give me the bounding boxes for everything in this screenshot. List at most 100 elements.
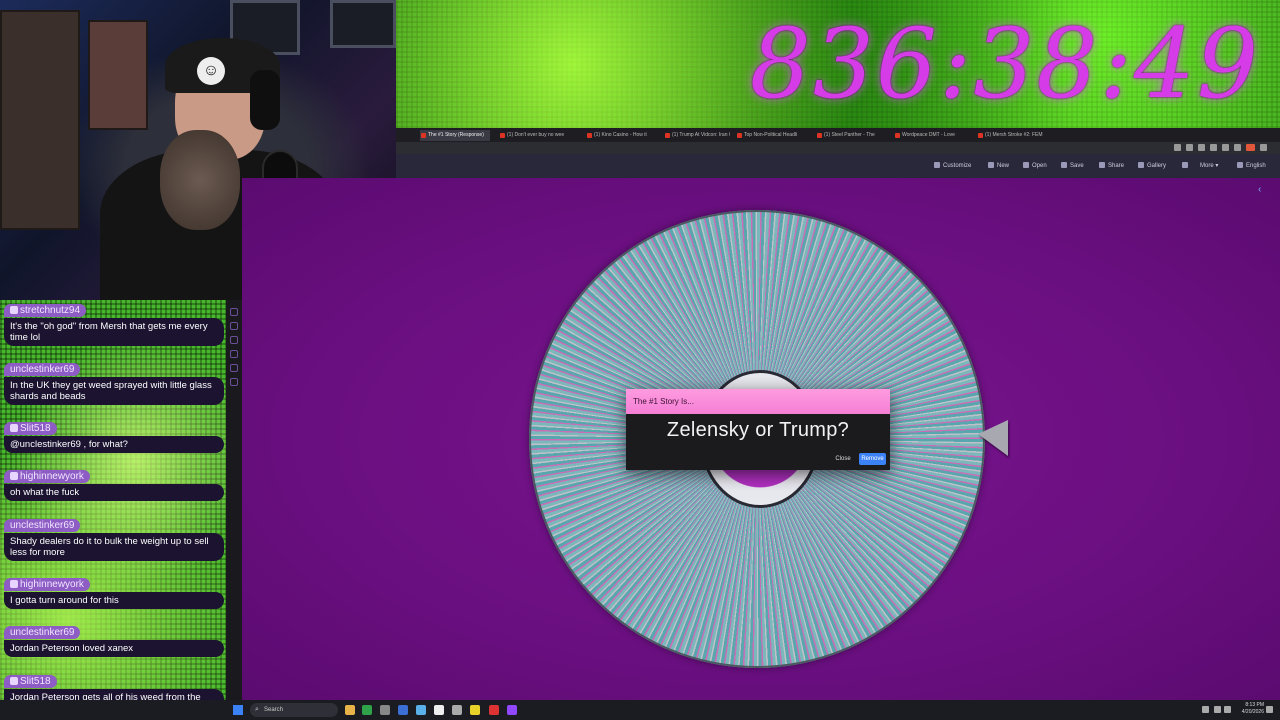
gallery-button[interactable]: Gallery (1138, 160, 1166, 172)
browser-window: The #1 Story (Response) (1) Don't ever b… (396, 128, 1280, 178)
language-select[interactable]: English (1237, 160, 1266, 172)
close-button[interactable]: Close (832, 453, 854, 465)
extension-icon[interactable] (1186, 144, 1193, 151)
palette-icon (934, 162, 940, 168)
browser-tab[interactable]: (1) Steel Panther - The (816, 130, 886, 141)
chat-text: It's the "oh god" from Mersh that gets m… (4, 318, 224, 346)
customize-button[interactable]: Customize (934, 160, 971, 172)
chat-message: stretchnutz94 It's the "oh god" from Mer… (4, 300, 224, 346)
badge-icon (10, 424, 18, 432)
browser-tab[interactable]: (1) Kino Casino - How it (586, 130, 648, 141)
dialog-title: The #1 Story Is... (626, 389, 890, 414)
headphones (250, 70, 280, 130)
sidebar-strip (226, 300, 242, 700)
open-button[interactable]: Open (1023, 160, 1047, 172)
search-icon (1138, 162, 1144, 168)
chat-message: Slit518 @unclestinker69 , for what? (4, 418, 224, 453)
xbox-icon[interactable] (362, 705, 372, 715)
wheel-pointer-icon (978, 420, 1008, 456)
chat-username: Slit518 (4, 422, 57, 435)
search-input[interactable]: ⌕ Search (250, 703, 338, 717)
strip-icon[interactable] (230, 322, 238, 330)
app-icon[interactable] (470, 705, 480, 715)
volume-icon[interactable] (1224, 706, 1231, 713)
obs-icon[interactable] (489, 705, 499, 715)
more-button[interactable]: More ▾ (1200, 160, 1218, 172)
stream-banner: 836:38:49 (396, 0, 1280, 128)
calculator-icon[interactable] (380, 705, 390, 715)
browser-tab[interactable]: (1) Mersh Stroke #2: FEM (977, 130, 1045, 141)
browser-tab[interactable]: Wordpeace DMT - Love (894, 130, 966, 141)
result-dialog: The #1 Story Is... Zelensky or Trump? Cl… (626, 389, 890, 470)
strip-icon[interactable] (230, 378, 238, 386)
extension-icon[interactable] (1222, 144, 1229, 151)
cap-logo-icon: ☺ (197, 57, 225, 85)
chat-text: In the UK they get weed sprayed with lit… (4, 377, 224, 405)
remove-button[interactable]: Remove (859, 453, 886, 465)
dialog-result-text: Zelensky or Trump? (666, 419, 850, 441)
save-button[interactable]: Save (1061, 160, 1084, 172)
cat (160, 130, 240, 230)
chevron-up-icon[interactable] (1202, 706, 1209, 713)
shelf-records (88, 20, 148, 130)
chat-username: unclestinker69 (4, 363, 81, 376)
monitor-right (330, 0, 396, 48)
save-icon (1061, 162, 1067, 168)
network-icon[interactable] (1214, 706, 1221, 713)
shelf-left (0, 10, 80, 230)
folder-icon (1023, 162, 1029, 168)
chat-username: unclestinker69 (4, 626, 81, 639)
badge-icon (10, 580, 18, 588)
file-explorer-icon[interactable] (345, 705, 355, 715)
share-button[interactable]: Share (1099, 160, 1124, 172)
menu-icon[interactable] (1260, 144, 1267, 151)
fullscreen-icon (1182, 162, 1188, 168)
app-icon[interactable] (398, 705, 408, 715)
app-icon[interactable] (434, 705, 444, 715)
twitch-icon[interactable] (507, 705, 517, 715)
profile-icon[interactable] (1246, 144, 1255, 151)
chat-username: unclestinker69 (4, 519, 81, 532)
chat-message: highinnewyork I gotta turn around for th… (4, 574, 224, 609)
fullscreen-button[interactable] (1182, 160, 1191, 172)
file-icon (988, 162, 994, 168)
new-button[interactable]: New (988, 160, 1009, 172)
badge-icon (10, 472, 18, 480)
extension-icon[interactable] (1210, 144, 1217, 151)
browser-toolbar (396, 142, 1280, 154)
chevron-left-icon[interactable]: ‹ (1258, 184, 1261, 195)
chat-text: oh what the fuck (4, 484, 224, 501)
extension-icon[interactable] (1174, 144, 1181, 151)
browser-tab[interactable]: The #1 Story (Response) (420, 130, 490, 141)
browser-tab[interactable]: Top Non-Political Headli (736, 130, 808, 141)
browser-tab[interactable]: (1) Don't ever buy no wee (499, 130, 569, 141)
system-clock[interactable]: 8:13 PM 4/20/2026 (1232, 702, 1264, 716)
chat-username: highinnewyork (4, 470, 90, 483)
windows-start-icon[interactable] (233, 705, 243, 715)
strip-icon[interactable] (230, 350, 238, 358)
extension-icon[interactable] (1234, 144, 1241, 151)
strip-icon[interactable] (230, 336, 238, 344)
chat-message: Slit518 Jordan Peterson gets all of his … (4, 671, 224, 700)
chat-username: highinnewyork (4, 578, 90, 591)
chat-message: highinnewyork oh what the fuck (4, 466, 224, 501)
notification-icon[interactable] (1266, 706, 1273, 713)
taskbar: ⌕ Search 8:13 PM 4/20/2026 (0, 700, 1280, 720)
chat-message: unclestinker69 Jordan Peterson loved xan… (4, 622, 224, 657)
steam-icon[interactable] (416, 705, 426, 715)
browser-tab[interactable]: (1) Trump At Vidcon: Iran G (664, 130, 730, 141)
chat-message: unclestinker69 In the UK they get weed s… (4, 359, 224, 405)
tab-bar: The #1 Story (Response) (1) Don't ever b… (396, 128, 1280, 142)
chat-panel: stretchnutz94 It's the "oh god" from Mer… (0, 300, 226, 700)
strip-icon[interactable] (230, 364, 238, 372)
chat-text: Shady dealers do it to bulk the weight u… (4, 533, 224, 561)
share-icon (1099, 162, 1105, 168)
globe-icon (1237, 162, 1243, 168)
chat-text: I gotta turn around for this (4, 592, 224, 609)
app-icon[interactable] (452, 705, 462, 715)
badge-icon (10, 306, 18, 314)
strip-icon[interactable] (230, 308, 238, 316)
extension-icon[interactable] (1198, 144, 1205, 151)
chat-text: Jordan Peterson loved xanex (4, 640, 224, 657)
chat-text: @unclestinker69 , for what? (4, 436, 224, 453)
